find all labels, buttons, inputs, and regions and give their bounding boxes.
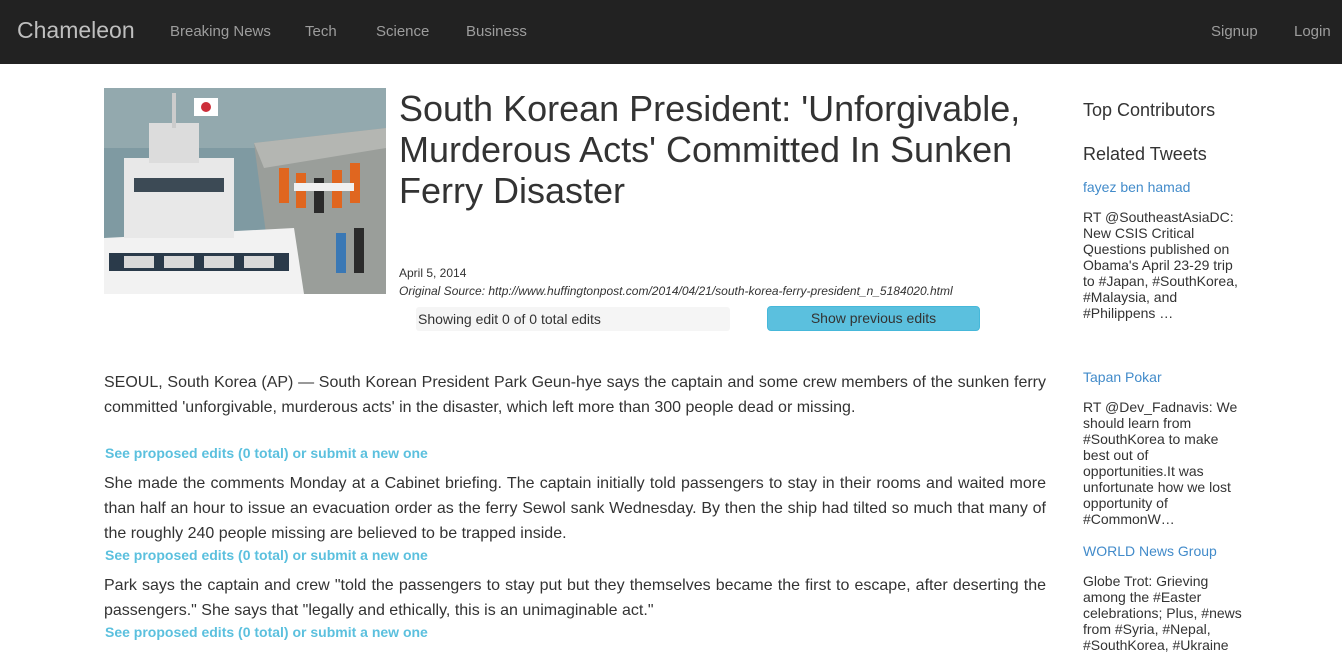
article-paragraph: SEOUL, South Korea (AP) — South Korean P… (104, 374, 1046, 416)
article-paragraph: Park says the captain and crew "told the… (104, 577, 1046, 619)
edit-status-label: Showing edit 0 of 0 total edits (416, 307, 730, 331)
article-image (104, 88, 386, 294)
tweet-text: RT @Dev_Fadnavis: We should learn from #… (1083, 399, 1238, 527)
top-navbar: Chameleon Breaking News Tech Science Bus… (0, 0, 1342, 64)
see-proposed-edits-link[interactable]: See proposed edits (0 total) or submit a… (105, 445, 428, 461)
article-title: South Korean President: 'Unforgivable, M… (399, 88, 1021, 211)
tweet-text: Globe Trot: Grieving among the #Easter c… (1083, 573, 1242, 653)
see-proposed-edits-link[interactable]: See proposed edits (0 total) or submit a… (105, 547, 428, 563)
tweet-author-link[interactable]: WORLD News Group (1083, 543, 1217, 559)
show-previous-edits-button[interactable]: Show previous edits (767, 306, 980, 331)
brand-logo[interactable]: Chameleon (17, 17, 135, 44)
nav-tech[interactable]: Tech (305, 23, 337, 40)
article-date: April 5, 2014 (399, 266, 467, 280)
tweet-author-link[interactable]: Tapan Pokar (1083, 369, 1162, 385)
top-contributors-heading: Top Contributors (1083, 100, 1216, 120)
nav-science[interactable]: Science (376, 23, 429, 40)
nav-signup[interactable]: Signup (1211, 23, 1258, 40)
nav-breaking-news[interactable]: Breaking News (170, 23, 271, 40)
article-paragraph: She made the comments Monday at a Cabine… (104, 475, 1046, 542)
related-tweets-heading: Related Tweets (1083, 144, 1207, 164)
ferry-rescue-illustration (104, 88, 386, 294)
nav-login[interactable]: Login (1294, 23, 1331, 40)
see-proposed-edits-link[interactable]: See proposed edits (0 total) or submit a… (105, 624, 428, 640)
article-source: Original Source: http://www.huffingtonpo… (399, 284, 953, 298)
tweet-text: RT @SoutheastAsiaDC: New CSIS Critical Q… (1083, 209, 1238, 321)
tweet-author-link[interactable]: fayez ben hamad (1083, 179, 1190, 195)
nav-business[interactable]: Business (466, 23, 527, 40)
